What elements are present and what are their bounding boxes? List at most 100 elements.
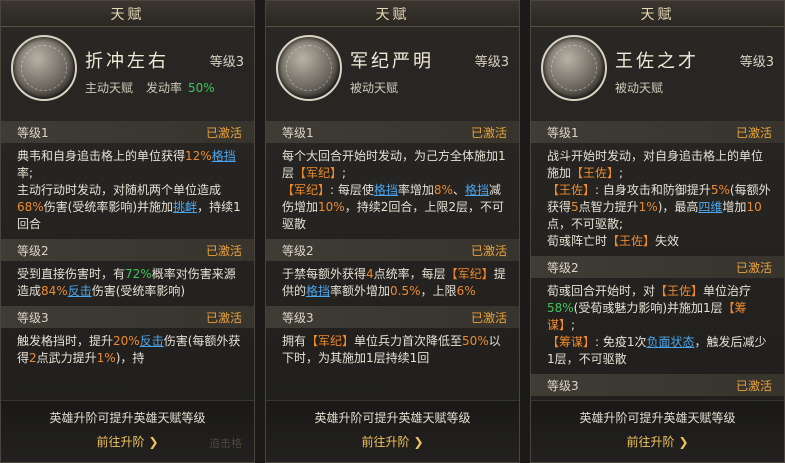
level-header: 等级3 已激活 xyxy=(266,306,519,328)
level-description: 于禁每额外获得4点统率，每层【军纪】提供的格挡率额外增加0.5%，上限6% xyxy=(266,261,519,306)
desc-text: 率; 主动行动时发动，对随机两个单位造成 xyxy=(17,166,222,197)
level-description: 荀彧回合开始时，对【王佐】单位治疗58%(受荀彧魅力影响)并施加1层【筹谋】; 【… xyxy=(531,278,784,374)
status-badge: 已激活 xyxy=(205,125,242,140)
desc-text: 率增加 xyxy=(397,183,434,197)
status-badge: 已激活 xyxy=(735,260,772,275)
keyword-link[interactable]: 负面状态 xyxy=(647,335,695,349)
talent-header: 王佐之才 等级3 被动天赋 xyxy=(531,27,784,119)
desc-text: 单位兵力首次降低至 xyxy=(354,334,463,348)
desc-text: ; xyxy=(342,166,347,180)
desc-text: (受荀彧魅力影响)并施加1层 xyxy=(573,301,723,315)
desc-text: ，上限 xyxy=(420,284,457,298)
desc-text: 失效 xyxy=(655,234,680,248)
desc-text: 点智力提升 xyxy=(578,200,639,214)
desc-text: 增加 xyxy=(722,200,747,214)
go-upgrade-button[interactable]: 前往升阶 ❯ xyxy=(361,433,423,450)
go-upgrade-button[interactable]: 前往升阶 ❯ xyxy=(96,433,158,450)
desc-text: 【王佐】 xyxy=(655,284,704,298)
footer: 英雄升阶可提升英雄天赋等级 前往升阶 ❯ 追击格 xyxy=(1,400,254,462)
talent-level: 等级3 xyxy=(209,55,244,70)
keyword-link[interactable]: 格挡 xyxy=(465,183,489,197)
ghost-text: 追击格 xyxy=(209,437,242,450)
talent-level: 等级3 xyxy=(739,55,774,70)
desc-text: 10 xyxy=(746,200,762,214)
level-header: 等级3 已激活 xyxy=(531,374,784,396)
keyword-link[interactable]: 格挡 xyxy=(212,149,236,163)
status-badge: 已激活 xyxy=(470,310,507,325)
desc-text: 6% xyxy=(456,284,476,298)
desc-text: 【军纪】 xyxy=(294,166,343,180)
upgrade-tip: 英雄升阶可提升英雄天赋等级 xyxy=(314,411,471,425)
desc-text: 伤害(受统率影响)并施加 xyxy=(43,200,174,214)
desc-text: 5 xyxy=(571,200,579,214)
panel-title: 天赋 xyxy=(1,1,254,27)
footer: 英雄升阶可提升英雄天赋等级 前往升阶 ❯ xyxy=(266,400,519,462)
level-header: 等级2 已激活 xyxy=(266,239,519,261)
desc-text: 【筹谋】 xyxy=(547,335,596,349)
level-list[interactable]: 等级1 已激活 每个大回合开始时发动，为己方全体施加1层【军纪】; 【军纪】: 每层使… xyxy=(266,121,519,400)
desc-text: 【军纪】 xyxy=(445,267,494,281)
status-badge: 已激活 xyxy=(470,125,507,140)
desc-text: ; xyxy=(571,318,576,332)
keyword-link[interactable]: 反击 xyxy=(68,284,92,298)
go-upgrade-button[interactable]: 前往升阶 ❯ xyxy=(626,433,688,450)
keyword-link[interactable]: 反击 xyxy=(140,334,164,348)
talent-panel: 天赋 军纪严明 等级3 被动天赋 等级1 已激活 每个大回合开始时发动，为己方全体施加1层【… xyxy=(265,0,520,463)
talent-header: 折冲左右 等级3 主动天赋 发动率 50% xyxy=(1,27,254,119)
desc-text: )，最高 xyxy=(657,200,699,214)
desc-text: 【军纪】 xyxy=(306,334,355,348)
talent-emblem-icon xyxy=(276,35,342,101)
talent-type: 被动天赋 xyxy=(615,81,664,95)
level-header: 等级2 已激活 xyxy=(1,239,254,261)
desc-text: 2 xyxy=(29,351,37,365)
desc-text: 点武力提升 xyxy=(36,351,97,365)
desc-text: 典韦和自身追击格上的单位获得 xyxy=(17,149,186,163)
desc-text: 【王佐】 xyxy=(571,166,620,180)
desc-text: 84% xyxy=(41,284,68,298)
desc-text: : 每层使 xyxy=(330,183,374,197)
desc-text: 拥有 xyxy=(282,334,307,348)
level-description: 触发格挡时，提升20%反击伤害(每额外获得2点武力提升1%)，持 xyxy=(1,328,254,373)
desc-text: ; xyxy=(619,166,624,180)
desc-text: 4 xyxy=(366,267,374,281)
talent-type: 被动天赋 xyxy=(350,81,399,95)
chevron-right-icon: ❯ xyxy=(413,435,424,449)
desc-text: 受到直接伤害时，有 xyxy=(17,267,126,281)
desc-text: 20% xyxy=(113,334,140,348)
chevron-right-icon: ❯ xyxy=(148,435,159,449)
level-list[interactable]: 等级1 已激活 典韦和自身追击格上的单位获得12%格挡率; 主动行动时发动，对随机两个… xyxy=(1,121,254,400)
level-header: 等级2 已激活 xyxy=(531,256,784,278)
upgrade-tip: 英雄升阶可提升英雄天赋等级 xyxy=(49,411,206,425)
keyword-link[interactable]: 四维 xyxy=(698,200,722,214)
desc-text: 荀彧回合开始时，对 xyxy=(547,284,656,298)
talent-name: 折冲左右 xyxy=(85,51,169,72)
chevron-right-icon: ❯ xyxy=(678,435,689,449)
panel-title: 天赋 xyxy=(266,1,519,27)
desc-text: 10% xyxy=(318,200,345,214)
status-badge: 已激活 xyxy=(735,378,772,393)
level-description: 典韦和自身追击格上的单位获得12%格挡率; 主动行动时发动，对随机两个单位造成 68… xyxy=(1,143,254,239)
desc-text: 单位治疗 xyxy=(703,284,752,298)
talent-emblem-icon xyxy=(541,35,607,101)
level-header: 等级1 已激活 xyxy=(266,121,519,143)
desc-text: 0.5% xyxy=(390,284,421,298)
level-description: 战斗开始时发动，对自身追击格上的单位施加【王佐】; 【王佐】: 自身攻击和防御提升… xyxy=(531,143,784,256)
level-description: 受到直接伤害时，有72%概率对伤害来源造成84%反击伤害(受统率影响) xyxy=(1,261,254,306)
talent-type: 主动天赋 xyxy=(85,81,134,95)
talent-level: 等级3 xyxy=(474,55,509,70)
talent-header: 军纪严明 等级3 被动天赋 xyxy=(266,27,519,119)
desc-text: 12% xyxy=(185,149,212,163)
talent-emblem-icon xyxy=(11,35,77,101)
desc-text: 58% xyxy=(547,301,574,315)
desc-text: : 自身攻击和防御提升 xyxy=(595,183,711,197)
desc-text: 触发格挡时，提升 xyxy=(17,334,114,348)
level-header: 等级1 已激活 xyxy=(531,121,784,143)
upgrade-tip: 英雄升阶可提升英雄天赋等级 xyxy=(579,411,736,425)
desc-text: 50% xyxy=(462,334,489,348)
keyword-link[interactable]: 格挡 xyxy=(306,284,330,298)
level-list[interactable]: 等级1 已激活 战斗开始时发动，对自身追击格上的单位施加【王佐】; 【王佐】: 自身攻… xyxy=(531,121,784,400)
status-badge: 已激活 xyxy=(205,310,242,325)
keyword-link[interactable]: 挑衅 xyxy=(173,200,197,214)
talent-panel: 天赋 折冲左右 等级3 主动天赋 发动率 50% 等级1 已激活 典韦和自身追击格上的单位获得1… xyxy=(0,0,255,463)
keyword-link[interactable]: 格挡 xyxy=(374,183,398,197)
